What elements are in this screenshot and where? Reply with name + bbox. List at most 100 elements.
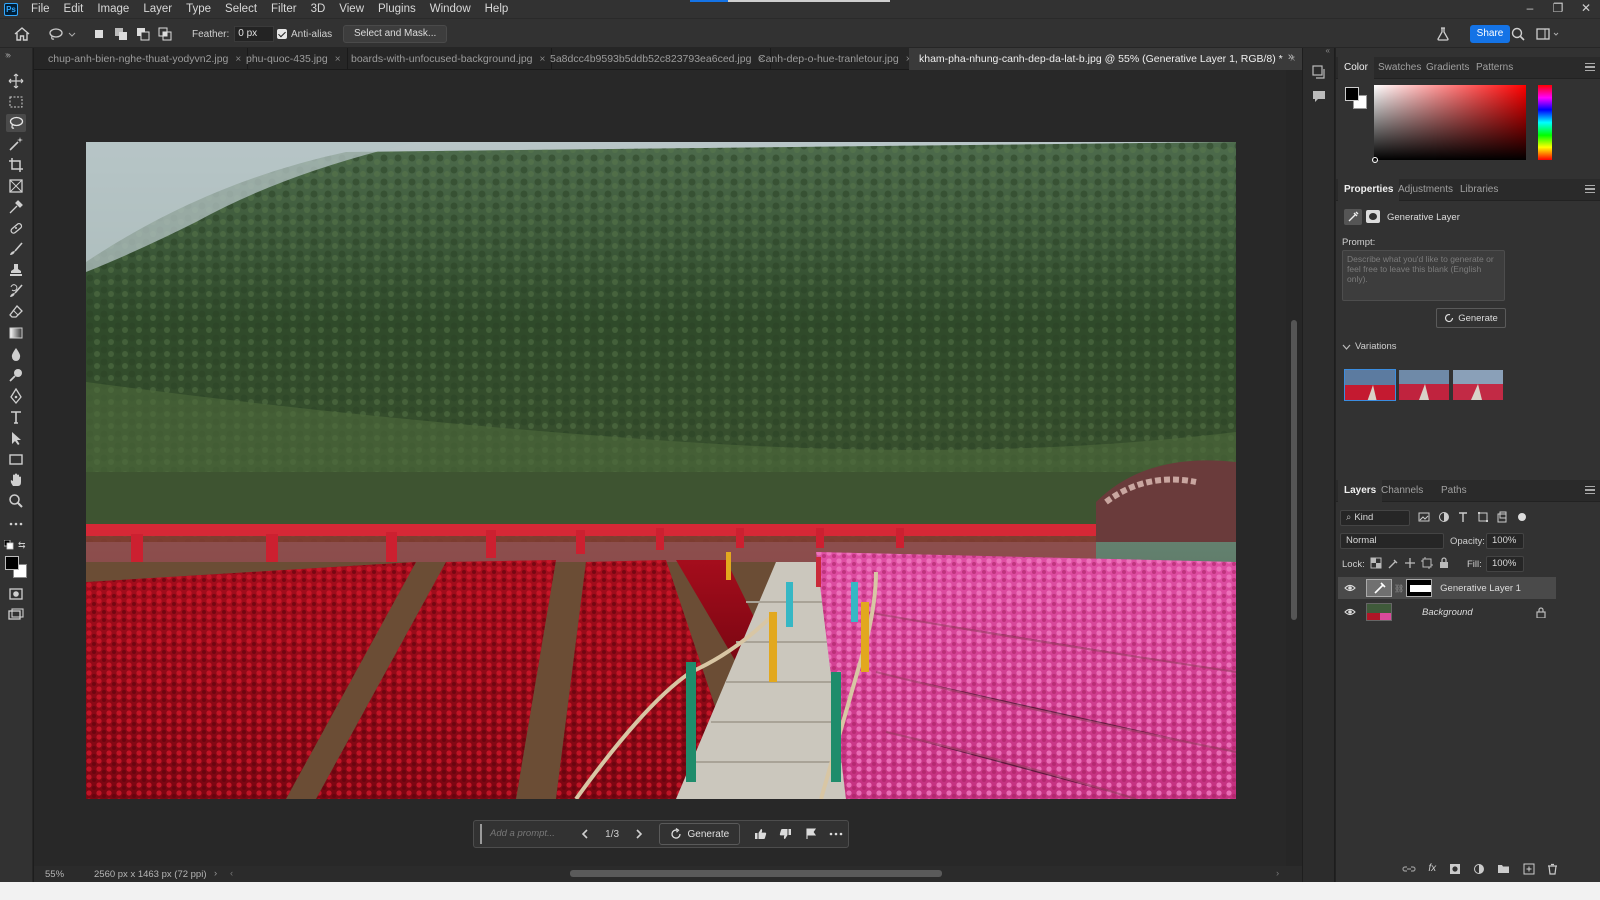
visibility-eye-icon[interactable]: [1344, 583, 1358, 593]
tab-document-3[interactable]: boards-with-unfocused-background.jpg ×: [341, 48, 553, 70]
thumbs-up-icon[interactable]: [748, 824, 773, 844]
opacity-input[interactable]: 100%: [1486, 533, 1524, 549]
close-tab-icon[interactable]: ×: [335, 54, 341, 65]
tab-color[interactable]: Color: [1338, 57, 1374, 79]
restore-button[interactable]: ❐: [1544, 0, 1572, 18]
rectangle-tool-icon[interactable]: [6, 450, 26, 468]
tabs-overflow-icon[interactable]: »: [1288, 51, 1294, 63]
minimize-button[interactable]: –: [1516, 0, 1544, 18]
variation-thumbnail-1[interactable]: [1344, 369, 1396, 401]
menu-edit[interactable]: Edit: [57, 0, 91, 18]
scroll-right-icon[interactable]: ›: [1276, 868, 1279, 879]
layer-filter-kind[interactable]: ⌕ Kind: [1340, 510, 1410, 526]
status-expand-icon[interactable]: ›: [214, 868, 217, 879]
scroll-left-icon[interactable]: ‹: [230, 868, 233, 879]
close-window-button[interactable]: ✕: [1572, 0, 1600, 18]
blend-mode-select[interactable]: Normal: [1340, 533, 1444, 549]
layers-panel-menu-icon[interactable]: [1585, 486, 1595, 494]
next-variation-icon[interactable]: [627, 824, 652, 844]
magic-wand-tool-icon[interactable]: [6, 135, 26, 153]
feather-input[interactable]: 0 px: [234, 26, 275, 42]
taskbar-generate-button[interactable]: Generate: [659, 823, 741, 845]
subtract-selection-icon[interactable]: [136, 25, 150, 43]
foreground-color-swatch[interactable]: [5, 556, 19, 570]
add-mask-icon[interactable]: [1449, 863, 1461, 875]
tab-properties[interactable]: Properties: [1338, 179, 1400, 201]
clone-stamp-tool-icon[interactable]: [6, 261, 26, 279]
adjustment-layer-icon[interactable]: [1473, 863, 1485, 875]
new-layer-icon[interactable]: [1523, 863, 1535, 875]
pen-tool-icon[interactable]: [6, 387, 26, 405]
tab-channels[interactable]: Channels: [1375, 480, 1429, 502]
previous-variation-icon[interactable]: [573, 824, 598, 844]
default-colors-icon[interactable]: [4, 540, 14, 550]
zoom-level[interactable]: 55%: [45, 869, 64, 880]
beaker-icon[interactable]: [1436, 25, 1450, 43]
search-icon[interactable]: [1511, 25, 1525, 43]
color-panel-swatches[interactable]: [1344, 86, 1370, 112]
new-group-icon[interactable]: [1497, 863, 1510, 874]
tab-libraries[interactable]: Libraries: [1454, 179, 1504, 201]
panel-foreground-swatch[interactable]: [1345, 87, 1359, 101]
lasso-preset-icon[interactable]: [48, 25, 76, 43]
dodge-tool-icon[interactable]: [6, 366, 26, 384]
lock-all-icon[interactable]: [1438, 557, 1450, 569]
delete-layer-icon[interactable]: [1547, 863, 1558, 875]
blur-tool-icon[interactable]: [6, 345, 26, 363]
lasso-tool-icon[interactable]: [6, 114, 26, 132]
tab-paths[interactable]: Paths: [1435, 480, 1473, 502]
taskbar-prompt-input[interactable]: Add a prompt...: [480, 824, 567, 844]
tab-document-active[interactable]: kham-pha-nhung-canh-dep-da-lat-b.jpg @ 5…: [909, 48, 1303, 70]
tab-patterns[interactable]: Patterns: [1470, 57, 1519, 79]
menu-file[interactable]: File: [24, 0, 57, 18]
properties-generate-button[interactable]: Generate: [1436, 308, 1506, 328]
type-tool-icon[interactable]: [6, 408, 26, 426]
layer-row-generative[interactable]: ⛓ Generative Layer 1: [1338, 577, 1556, 599]
menu-layer[interactable]: Layer: [136, 0, 179, 18]
filter-smart-object-icon[interactable]: [1496, 511, 1508, 523]
saturation-brightness-field[interactable]: [1372, 85, 1526, 163]
layer-mask-thumbnail[interactable]: [1406, 579, 1433, 597]
menu-help[interactable]: Help: [478, 0, 516, 18]
menu-plugins[interactable]: Plugins: [371, 0, 423, 18]
filter-type-icon[interactable]: [1457, 511, 1469, 523]
layer-name[interactable]: Generative Layer 1: [1440, 583, 1521, 594]
layer-name[interactable]: Background: [1422, 607, 1473, 618]
hand-tool-icon[interactable]: [6, 471, 26, 489]
link-layers-icon[interactable]: [1402, 863, 1416, 875]
properties-panel-menu-icon[interactable]: [1585, 185, 1595, 193]
fill-input[interactable]: 100%: [1486, 556, 1524, 572]
menu-select[interactable]: Select: [218, 0, 264, 18]
eyedropper-tool-icon[interactable]: [6, 198, 26, 216]
crop-tool-icon[interactable]: [6, 156, 26, 174]
history-brush-tool-icon[interactable]: [6, 282, 26, 300]
lock-pixels-icon[interactable]: [1387, 557, 1399, 569]
thumbs-down-icon[interactable]: [773, 824, 798, 844]
antialias-checkbox[interactable]: [277, 29, 287, 39]
workspace-icon[interactable]: [1536, 25, 1560, 43]
lock-transparent-icon[interactable]: [1370, 557, 1382, 569]
path-selection-tool-icon[interactable]: [6, 429, 26, 447]
filter-shape-icon[interactable]: [1477, 511, 1489, 523]
home-icon[interactable]: [14, 25, 30, 43]
brush-tool-icon[interactable]: [6, 240, 26, 258]
add-selection-icon[interactable]: [114, 25, 128, 43]
history-panel-icon[interactable]: [1311, 64, 1327, 80]
tab-gradients[interactable]: Gradients: [1420, 57, 1475, 79]
tab-adjustments[interactable]: Adjustments: [1392, 179, 1459, 201]
layer-lock-icon[interactable]: [1536, 606, 1546, 618]
document-info[interactable]: 2560 px x 1463 px (72 ppi): [94, 869, 207, 880]
filter-adjustment-icon[interactable]: [1438, 511, 1450, 523]
report-flag-icon[interactable]: [798, 824, 823, 844]
variation-thumbnail-2[interactable]: [1399, 370, 1449, 400]
menu-filter[interactable]: Filter: [264, 0, 304, 18]
layer-effects-icon[interactable]: fx: [1428, 863, 1436, 877]
tab-document-1[interactable]: chup-anh-bien-nghe-thuat-yodyvn2.jpg ×: [38, 48, 249, 70]
comments-panel-icon[interactable]: [1311, 88, 1327, 104]
move-tool-icon[interactable]: [6, 72, 26, 90]
frame-tool-icon[interactable]: [6, 177, 26, 195]
collapse-panels-icon[interactable]: «: [1326, 46, 1330, 55]
more-tools-icon[interactable]: [6, 515, 26, 533]
eraser-tool-icon[interactable]: [6, 303, 26, 321]
vertical-scrollbar[interactable]: [1286, 70, 1302, 866]
